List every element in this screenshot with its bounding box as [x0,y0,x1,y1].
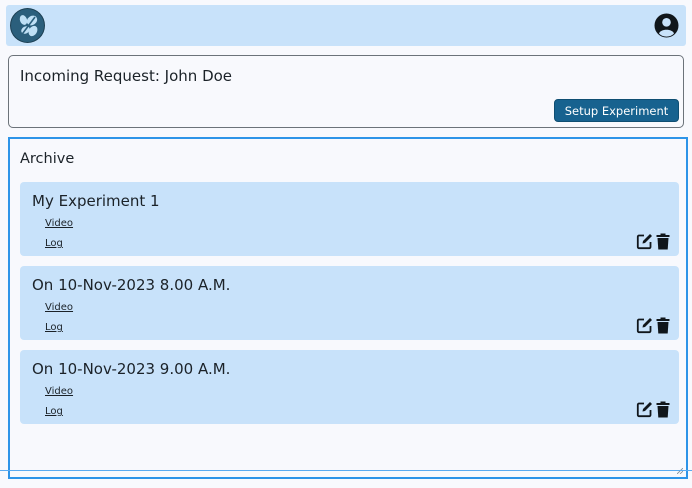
trash-icon[interactable] [656,233,670,250]
bee-logo-icon[interactable] [11,9,44,42]
edit-icon[interactable] [636,317,653,334]
edit-icon[interactable] [636,233,653,250]
incoming-request-card: Incoming Request: John Doe Setup Experim… [8,55,684,128]
experiment-card: On 10-Nov-2023 8.00 A.M. Video Log [20,266,679,340]
trash-icon[interactable] [656,401,670,418]
video-link[interactable]: Video [45,302,73,313]
trash-icon[interactable] [656,317,670,334]
selection-guide-line [0,470,692,471]
log-link[interactable]: Log [45,322,63,333]
experiment-title: On 10-Nov-2023 9.00 A.M. [32,360,231,378]
archive-title: Archive [20,151,75,167]
request-title: Incoming Request: John Doe [20,67,233,85]
log-link[interactable]: Log [45,406,63,417]
account-circle-icon[interactable] [654,13,679,38]
edit-icon[interactable] [636,401,653,418]
video-link[interactable]: Video [45,386,73,397]
top-bar [6,5,686,46]
resize-handle-icon[interactable] [677,468,683,474]
setup-experiment-button[interactable]: Setup Experiment [554,99,679,122]
log-link[interactable]: Log [45,238,63,249]
archive-panel: Archive My Experiment 1 Video Log On 10-… [8,137,688,479]
experiment-card: On 10-Nov-2023 9.00 A.M. Video Log [20,350,679,424]
video-link[interactable]: Video [45,218,73,229]
experiment-card: My Experiment 1 Video Log [20,182,679,256]
experiment-title: My Experiment 1 [32,192,160,210]
experiment-title: On 10-Nov-2023 8.00 A.M. [32,276,231,294]
